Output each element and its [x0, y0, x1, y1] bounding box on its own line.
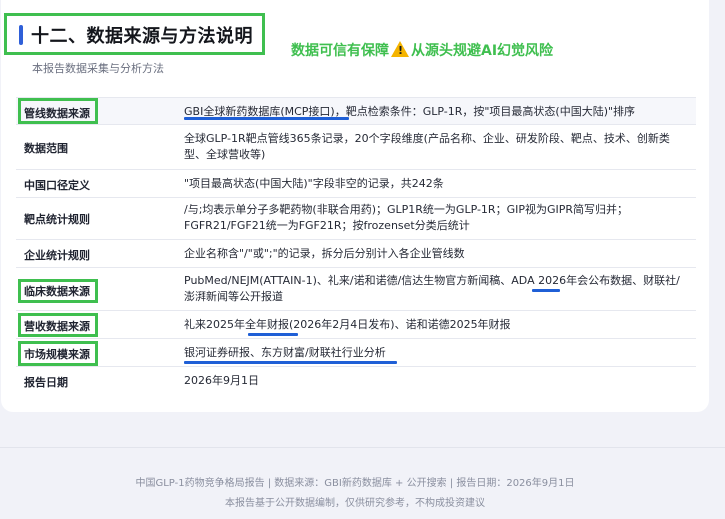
label-highlight-pipeline	[18, 98, 98, 124]
row-label: 数据范围	[24, 142, 68, 155]
row-value: PubMed/NEJM(ATTAIN-1)、礼来/诺和诺德/信达生物官方新闻稿、…	[184, 274, 680, 303]
data-source-card: 十二、数据来源与方法说明 本报告数据采集与分析方法 数据可信有保障 从源头规避AI…	[1, 0, 709, 412]
underline-gbi-source	[184, 117, 349, 120]
row-value: 礼来2025年全年财报(2026年2月4日发布)、诺和诺德2025年财报	[184, 318, 511, 331]
title-accent-bar	[19, 25, 23, 45]
trust-banner: 数据可信有保障 从源头规避AI幻觉风险	[291, 40, 553, 60]
table-row: 中国口径定义 "项目最高状态(中国大陆)"字段非空的记录，共242条	[16, 170, 696, 198]
table-row: 报告日期 2026年9月1日	[16, 367, 696, 395]
footer-disclaimer: 本报告基于公开数据编制，仅供研究参考，不构成投资建议	[225, 498, 485, 509]
table-row: 数据范围 全球GLP-1R靶点管线365条记录，20个字段维度(产品名称、企业、…	[16, 125, 696, 170]
table-row: 临床数据来源 PubMed/NEJM(ATTAIN-1)、礼来/诺和诺德/信达生…	[16, 268, 696, 311]
label-highlight-revenue	[18, 313, 98, 337]
label-highlight-clinical	[18, 279, 98, 303]
section-title-highlight: 十二、数据来源与方法说明	[4, 13, 265, 55]
row-value: "项目最高状态(中国大陆)"字段非空的记录，共242条	[184, 177, 444, 190]
underline-ada	[532, 289, 560, 292]
table-row: 管线数据来源 GBI全球新药数据库(MCP接口)，靶点检索条件：GLP-1R，按…	[16, 97, 696, 125]
row-value: 全球GLP-1R靶点管线365条记录，20个字段维度(产品名称、企业、研发阶段、…	[184, 132, 670, 161]
row-value: 2026年9月1日	[184, 374, 259, 387]
table-row: 靶点统计规则 /与;均表示单分子多靶药物(非联合用药)；GLP1R统一为GLP-…	[16, 198, 696, 240]
row-label: 中国口径定义	[24, 179, 90, 192]
row-value: 企业名称含"/"或";"的记录，拆分后分别计入各企业管线数	[184, 247, 465, 260]
row-label: 报告日期	[24, 376, 68, 389]
row-label: 企业统计规则	[24, 249, 90, 262]
table-row: 营收数据来源 礼来2025年全年财报(2026年2月4日发布)、诺和诺德2025…	[16, 311, 696, 339]
banner-text-left: 数据可信有保障	[291, 43, 389, 59]
banner-text-right: 从源头规避AI幻觉风险	[411, 43, 554, 59]
footer-divider	[0, 447, 725, 448]
underline-annual-report	[248, 333, 298, 336]
row-label: 靶点统计规则	[24, 213, 90, 226]
label-highlight-market	[18, 341, 98, 366]
underline-market-source	[184, 361, 397, 364]
section-title: 十二、数据来源与方法说明	[31, 26, 253, 47]
section-subtitle: 本报告数据采集与分析方法	[32, 62, 164, 75]
row-value: 银河证券研报、东方财富/财联社行业分析	[184, 346, 386, 359]
table-row: 企业统计规则 企业名称含"/"或";"的记录，拆分后分别计入各企业管线数	[16, 240, 696, 268]
warning-triangle-icon	[391, 41, 409, 57]
row-value: /与;均表示单分子多靶药物(非联合用药)；GLP1R统一为GLP-1R；GIP视…	[184, 203, 629, 232]
footer-source-line: 中国GLP-1药物竞争格局报告 | 数据来源：GBI新药数据库 + 公开搜索 |…	[135, 478, 575, 489]
